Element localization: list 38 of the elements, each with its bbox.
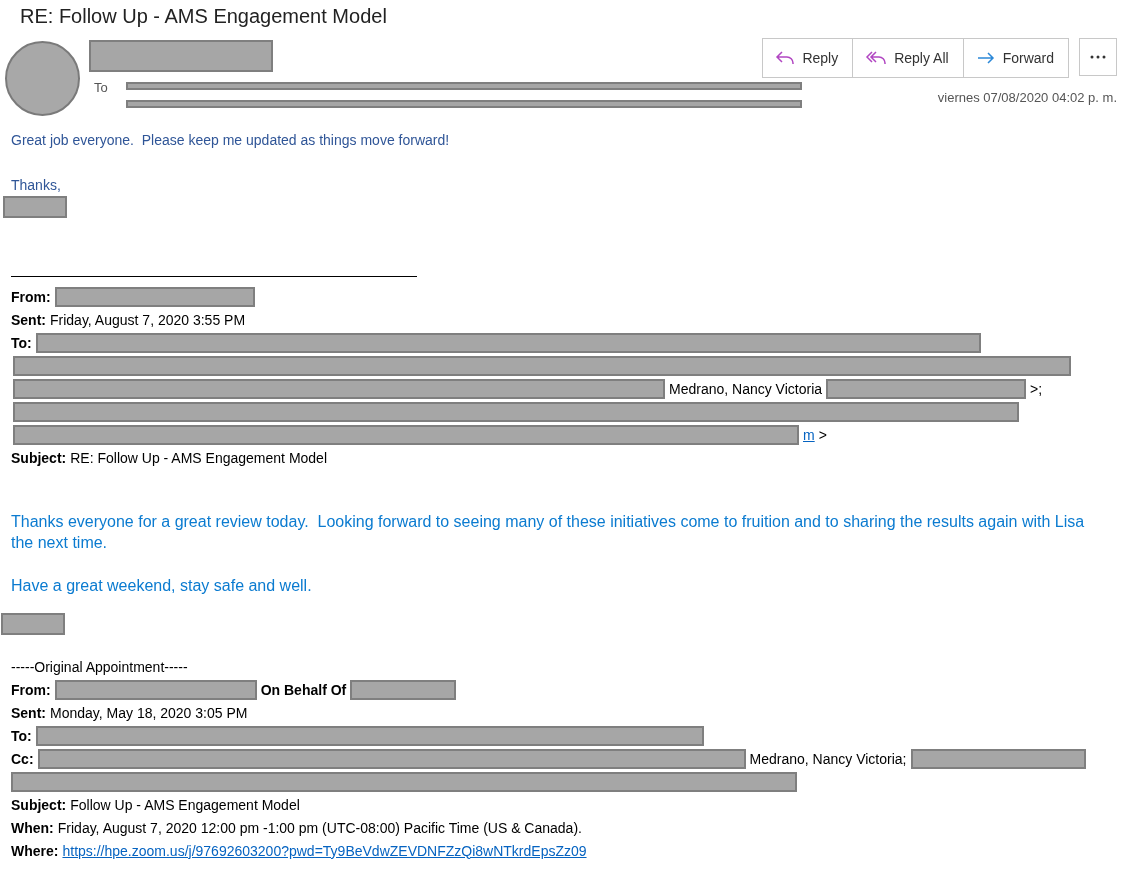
- body-text: Thanks,: [11, 177, 62, 193]
- message-text: Thanks everyone for a great review today. Looking forward to seeing many of these initiatives come to fruition and to sharing the results again with Lisa the next time.: [11, 512, 1086, 553]
- reply-icon: [775, 50, 796, 66]
- field-value: >: [818, 426, 827, 443]
- redaction-bar: [3, 196, 67, 218]
- field-label: To:: [11, 334, 32, 351]
- redaction-bar: [1, 613, 65, 635]
- field-value: Friday, August 7, 2020 12:00 pm -1:00 pm (UTC-08:00) Pacific Time (US & Canada).: [57, 819, 582, 836]
- field-value: Medrano, Nancy Victoria: [669, 380, 823, 397]
- field-label: From:: [11, 288, 51, 305]
- field-label: To:: [11, 727, 32, 744]
- more-icon: [1090, 55, 1106, 59]
- field-label: Cc:: [11, 750, 34, 767]
- field-label: Subject:: [11, 449, 67, 466]
- field-label: From:: [11, 681, 51, 698]
- field-value: Medrano, Nancy Victoria;: [749, 750, 907, 767]
- link[interactable]: https://hpe.zoom.us/j/97692603200?pwd=Ty9BeVdwZEVDNFZzQi8wNTkrdEpsZz09: [62, 842, 587, 859]
- forward-arrow-icon: [975, 51, 996, 65]
- field-label: When:: [11, 819, 54, 836]
- field-value: RE: Follow Up - AMS Engagement Model: [70, 449, 327, 466]
- reply-all-icon: [865, 50, 888, 66]
- field-value: Monday, May 18, 2020 3:05 PM: [50, 704, 248, 721]
- field-label: Sent:: [11, 704, 46, 721]
- message-text: Have a great weekend, stay safe and well.: [11, 576, 313, 596]
- field-value: Friday, August 7, 2020 3:55 PM: [50, 311, 246, 328]
- field-value: Follow Up - AMS Engagement Model: [70, 796, 300, 813]
- field-label: Where:: [11, 842, 59, 859]
- body-text: Great job everyone. Please keep me updated as things move forward!: [11, 132, 451, 148]
- field-label: Subject:: [11, 796, 67, 813]
- field-value: -----Original Appointment-----: [11, 658, 188, 675]
- date-text: viernes 07/08/2020 04:02 p. m.: [937, 90, 1117, 105]
- to-label: To: [94, 80, 108, 95]
- field-label: Sent:: [11, 311, 46, 328]
- link[interactable]: m: [803, 426, 815, 443]
- field-value: >;: [1030, 380, 1043, 397]
- email-subject-title: RE: Follow Up - AMS Engagement Model: [19, 4, 388, 29]
- more-button[interactable]: [1079, 38, 1117, 76]
- field-label: On Behalf Of: [260, 681, 347, 698]
